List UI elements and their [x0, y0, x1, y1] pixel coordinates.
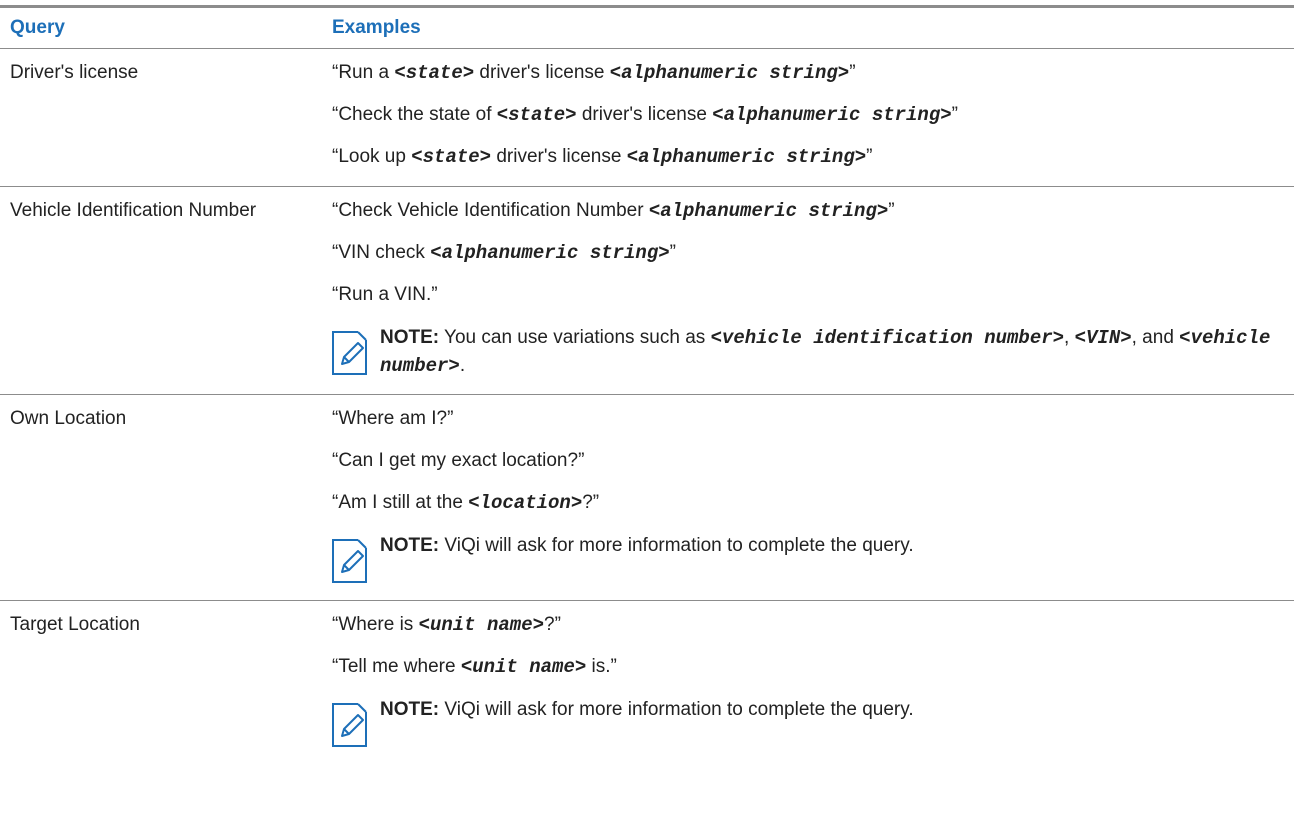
- placeholder: <VIN>: [1074, 327, 1132, 349]
- note-box: NOTE: You can use variations such as <ve…: [332, 324, 1284, 380]
- example-line: “VIN check <alphanumeric string>”: [332, 242, 676, 264]
- column-header-query: Query: [10, 17, 65, 38]
- table-row-own-location: Own Location “Where am I?” “Can I get my…: [0, 395, 1294, 601]
- query-cell: Driver's license: [10, 62, 139, 83]
- example-line: “Where is <unit name>?”: [332, 614, 561, 636]
- placeholder: <alphanumeric string>: [430, 242, 670, 264]
- note-text: NOTE: ViQi will ask for more information…: [380, 699, 914, 720]
- query-cell: Vehicle Identification Number: [10, 200, 257, 221]
- table-row-target-location: Target Location “Where is <unit name>?” …: [0, 601, 1294, 764]
- examples-cell: “Where is <unit name>?” “Tell me where <…: [322, 601, 1294, 764]
- placeholder: <state>: [394, 62, 475, 84]
- query-examples-table: Query Examples Driver's license “Run a <…: [0, 5, 1294, 764]
- example-line: “Where am I?”: [332, 408, 454, 429]
- placeholder: <unit name>: [460, 656, 587, 678]
- example-line: “Am I still at the <location>?”: [332, 492, 600, 514]
- example-line: “Look up <state> driver's license <alpha…: [332, 146, 873, 168]
- note-box: NOTE: ViQi will ask for more information…: [332, 696, 1284, 750]
- note-text: NOTE: ViQi will ask for more information…: [380, 535, 914, 556]
- placeholder: <alphanumeric string>: [712, 104, 952, 126]
- table-row-vin: Vehicle Identification Number “Check Veh…: [0, 187, 1294, 395]
- table-header-row: Query Examples: [0, 8, 1294, 49]
- example-line: “Check the state of <state> driver's lic…: [332, 104, 958, 126]
- example-line: “Run a VIN.”: [332, 284, 438, 305]
- example-line: “Can I get my exact location?”: [332, 450, 585, 471]
- examples-cell: “Run a <state> driver's license <alphanu…: [322, 49, 1294, 186]
- note-box: NOTE: ViQi will ask for more information…: [332, 532, 1284, 586]
- note-pencil-icon: [332, 539, 367, 583]
- placeholder: <location>: [468, 492, 583, 514]
- placeholder: <alphanumeric string>: [609, 62, 850, 84]
- examples-cell: “Check Vehicle Identification Number <al…: [322, 187, 1294, 394]
- query-cell: Target Location: [10, 614, 140, 635]
- placeholder: <unit name>: [418, 614, 544, 636]
- placeholder: <alphanumeric string>: [626, 146, 867, 168]
- example-line: “Tell me where <unit name> is.”: [332, 656, 617, 678]
- column-header-examples: Examples: [332, 17, 421, 38]
- examples-cell: “Where am I?” “Can I get my exact locati…: [322, 395, 1294, 600]
- example-line: “Run a <state> driver's license <alphanu…: [332, 62, 856, 84]
- note-text: NOTE: You can use variations such as <ve…: [380, 327, 1271, 377]
- query-cell: Own Location: [10, 408, 127, 429]
- example-line: “Check Vehicle Identification Number <al…: [332, 200, 895, 222]
- placeholder: <state>: [411, 146, 492, 168]
- note-pencil-icon: [332, 331, 367, 375]
- placeholder: <alphanumeric string>: [648, 200, 889, 222]
- placeholder: <state>: [496, 104, 577, 126]
- placeholder: <vehicle identification number>: [710, 327, 1065, 349]
- table-row-drivers-license: Driver's license “Run a <state> driver's…: [0, 49, 1294, 187]
- note-pencil-icon: [332, 703, 367, 747]
